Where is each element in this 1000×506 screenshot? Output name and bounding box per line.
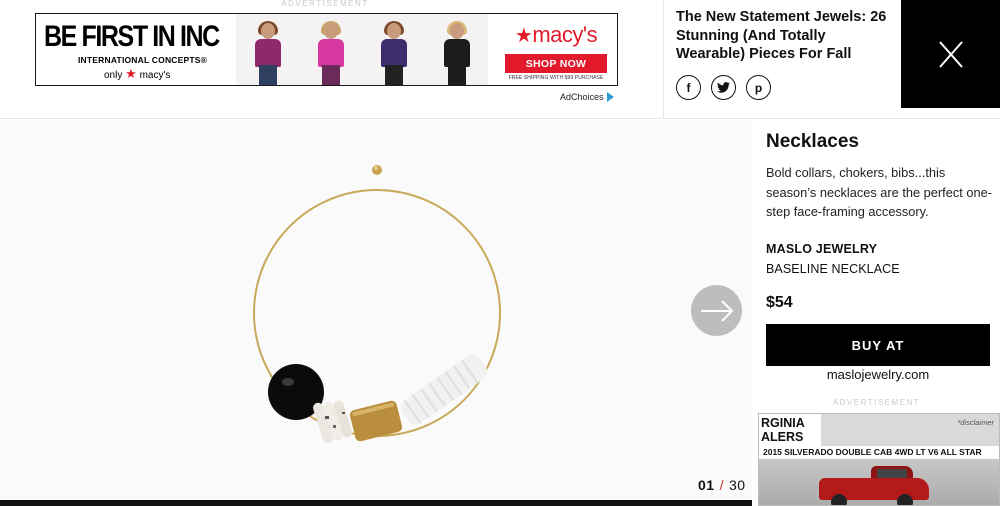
necklace-image [253,165,501,444]
model-figure [309,21,353,85]
twitter-icon [717,82,730,93]
slide-title: Necklaces [766,131,859,152]
slide-counter: 01/30 [698,477,746,493]
macys-block: ★macy's SHOP NOW FREE SHIPPING WITH $99 … [502,22,610,82]
product-brand: MASLO JEWELRY [766,242,878,256]
divider [663,0,664,119]
macys-logo: ★macy's [502,22,610,48]
shop-now-button[interactable]: SHOP NOW [505,54,607,73]
ad-disclaimer: *disclaimer [957,418,994,427]
sidebar-ad[interactable]: RGINIA ALERS *disclaimer 2015 SILVERADO … [758,413,1000,506]
dealer-line-2: ALERS [761,430,804,444]
model-figure [246,21,290,85]
close-icon [938,40,963,68]
twitter-share-button[interactable] [711,75,736,100]
dealer-line-1: RGINIA [761,416,805,430]
slide-description: Bold collars, chokers, bibs...this seaso… [766,165,992,219]
macys-logo-text: macy's [532,22,598,47]
macys-star-icon: ★ [125,66,137,81]
share-buttons: f p [676,75,771,100]
inc-subtitle: INTERNATIONAL CONCEPTS® [78,55,208,65]
ad-vehicle-model: 2015 SILVERADO DOUBLE CAB 4WD LT V6 ALL … [759,446,999,459]
banner-models-image [236,14,488,85]
retailer-link[interactable]: maslojewelry.com [766,367,990,382]
arrow-right-icon [700,299,733,322]
product-price: $54 [766,294,793,311]
slide-separator: / [719,477,724,493]
buy-at-button[interactable]: BUY AT [766,324,990,366]
close-button[interactable] [901,0,1000,108]
pinterest-icon: p [754,80,763,95]
inc-only-brand: macy's [139,70,171,81]
facebook-share-button[interactable]: f [676,75,701,100]
truck-image [819,464,929,505]
inc-title: BE FIRST IN INC [44,20,220,54]
next-slide-button[interactable] [691,285,742,336]
adchoices-icon [606,92,614,102]
product-sidebar: Necklaces Bold collars, chokers, bibs...… [753,120,1000,506]
slide-total: 30 [728,477,746,493]
inc-only-text: only [104,70,123,81]
facebook-icon: f [686,80,691,95]
ad-label: ADVERTISEMENT [281,0,369,8]
product-name: BASELINE NECKLACE [766,262,900,276]
model-figure [372,21,416,85]
slideshow-image-area: 01/30 [0,120,752,506]
article-headline[interactable]: The New Statement Jewels: 26 Stunning (A… [676,8,891,64]
slide-current: 01 [698,477,715,493]
pinterest-share-button[interactable]: p [746,75,771,100]
banner-ad[interactable]: BE FIRST IN INC INTERNATIONAL CONCEPTS® … [35,13,618,86]
macys-star-icon: ★ [514,25,533,47]
free-shipping-text: FREE SHIPPING WITH $99 PURCHASE [508,75,604,81]
adchoices-label: AdChoices [560,92,604,102]
model-figure [435,21,479,85]
dealer-logo: RGINIA ALERS [759,414,821,446]
adchoices-link[interactable]: AdChoices [560,92,614,102]
top-bar: ADVERTISEMENT BE FIRST IN INC INTERNATIO… [0,0,1000,119]
inc-only-macys: only ★ macy's [44,66,264,82]
ad-label: ADVERTISEMENT [832,398,921,407]
stage-bottom-bar [0,500,752,506]
inc-logo: BE FIRST IN INC INTERNATIONAL CONCEPTS® … [44,20,264,82]
